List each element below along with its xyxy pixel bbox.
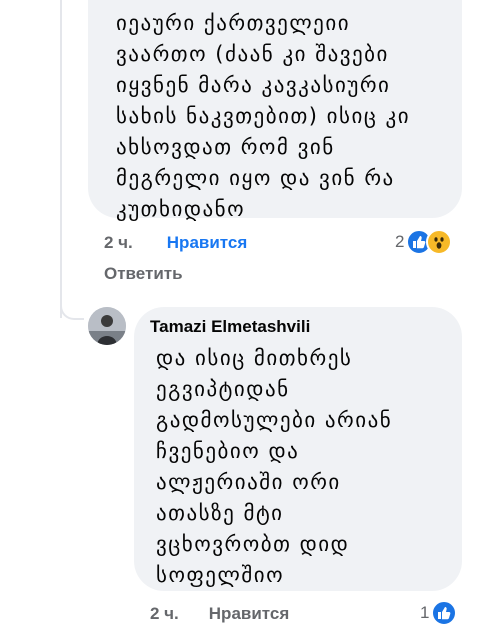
comment-bubble: იეაური ქართველეიი ვაართო (ძაან კი შავები… <box>88 0 462 221</box>
comment-actions: 2 ч. Нравится <box>104 233 247 253</box>
reply-like-button[interactable]: Нравится <box>209 604 290 624</box>
like-button[interactable]: Нравится <box>167 233 248 253</box>
thread-connector-line <box>60 0 62 318</box>
reply-timestamp[interactable]: 2 ч. <box>150 604 179 624</box>
wow-icon <box>426 229 453 255</box>
reply-reaction-summary[interactable]: 1 <box>420 600 458 626</box>
reaction-summary[interactable]: 2 <box>395 229 453 255</box>
comment-timestamp[interactable]: 2 ч. <box>104 233 133 253</box>
thread-connector-elbow <box>60 300 84 320</box>
like-icon <box>431 600 458 626</box>
reply-reaction-count: 1 <box>420 603 430 622</box>
reply-actions: 2 ч. Нравится <box>150 604 289 624</box>
reaction-count: 2 <box>395 232 405 251</box>
comment-author[interactable]: Tamazi Elmetashvili <box>150 317 462 337</box>
reply-text: და ისიც მითხრეს ეგვიპტიდან გადმოსულები ა… <box>156 346 393 587</box>
reply-button[interactable]: Ответить <box>104 264 183 284</box>
comment-text: იეაური ქართველეიი ვაართო (ძაან კი შავები… <box>116 11 411 221</box>
avatar[interactable] <box>88 307 126 345</box>
reply-bubble: Tamazi Elmetashvili და ისიც მითხრეს ეგვი… <box>134 307 462 591</box>
